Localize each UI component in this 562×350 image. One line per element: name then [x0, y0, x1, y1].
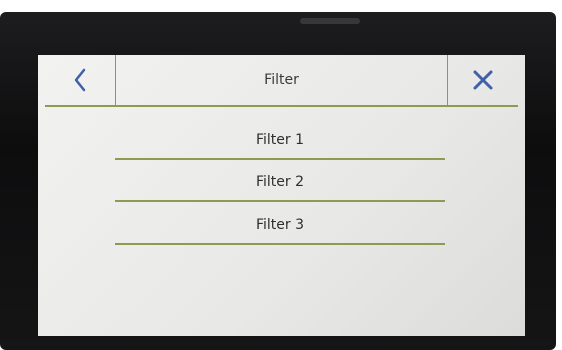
- chevron-left-icon: [74, 68, 86, 92]
- page-title: Filter: [264, 72, 299, 88]
- device-bezel: Filter Filter 1 Filter 2 Filter 3: [0, 12, 556, 350]
- menu-item-filter-1[interactable]: Filter 1: [115, 122, 445, 160]
- touch-screen: Filter Filter 1 Filter 2 Filter 3: [38, 55, 525, 336]
- header-bar: Filter: [45, 55, 518, 107]
- menu-item-filter-3[interactable]: Filter 3: [115, 207, 445, 245]
- menu-item-filter-2[interactable]: Filter 2: [115, 164, 445, 202]
- back-button[interactable]: [45, 55, 116, 105]
- close-icon: [473, 70, 493, 90]
- bezel-glare: [300, 18, 360, 24]
- close-button[interactable]: [447, 55, 518, 105]
